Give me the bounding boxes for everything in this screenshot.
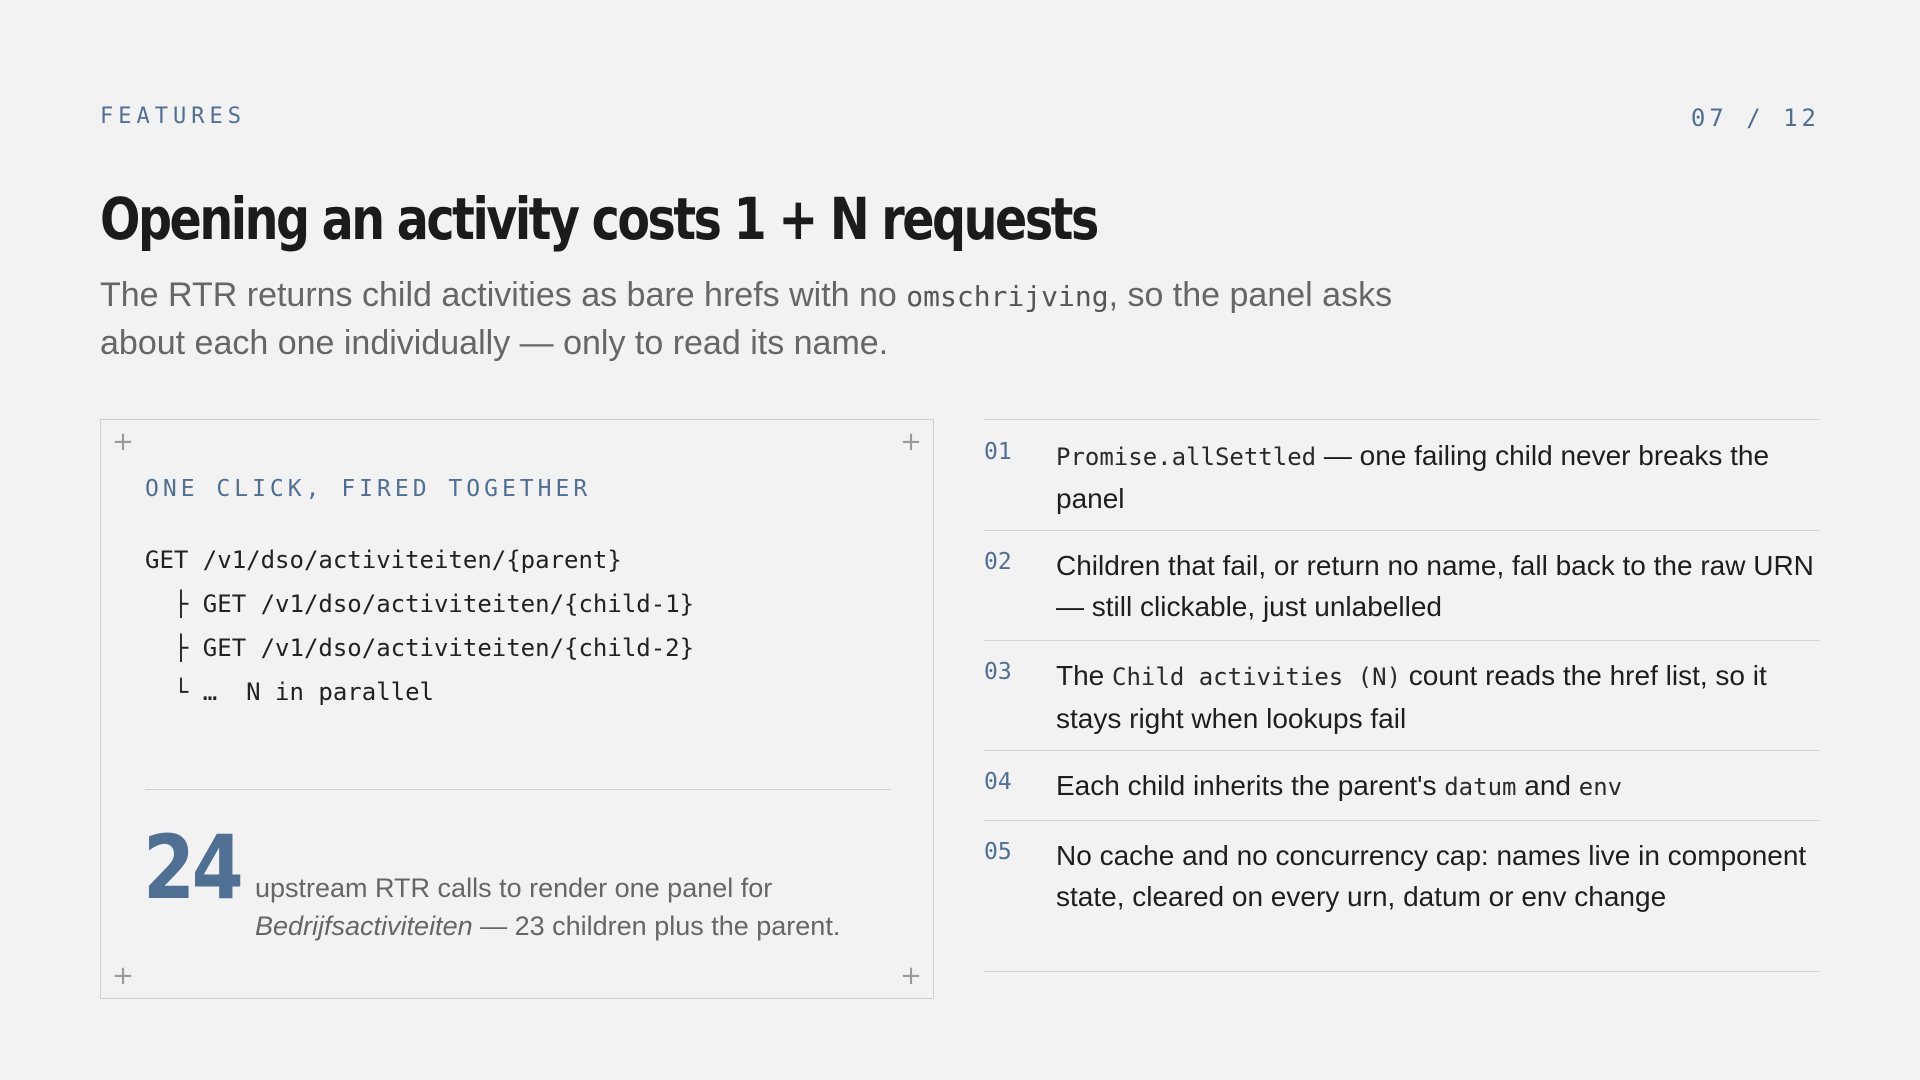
- feature-item: 02 Children that fail, or return no name…: [984, 531, 1820, 641]
- code-line: └ … N in parallel: [145, 678, 434, 706]
- feature-text: Children that fail, or return no name, f…: [1056, 545, 1820, 627]
- stat-caption-end: — 23 children plus the parent.: [472, 911, 841, 941]
- page-title: Opening an activity costs 1 + N requests: [100, 185, 1099, 253]
- feature-text: No cache and no concurrency cap: names l…: [1056, 835, 1820, 917]
- feature-text-part: The: [1056, 660, 1113, 691]
- feature-code: env: [1578, 773, 1623, 801]
- feature-item: 05 No cache and no concurrency cap: name…: [984, 821, 1820, 972]
- page-subtitle: The RTR returns child activities as bare…: [100, 272, 1440, 367]
- panel-label: ONE CLICK, FIRED TOGETHER: [145, 476, 592, 502]
- stat-caption-start: upstream RTR calls to render one panel f…: [255, 873, 773, 903]
- feature-text: The Child activities (N) count reads the…: [1056, 655, 1820, 739]
- feature-code: Promise.allSettled: [1056, 443, 1317, 471]
- feature-number: 05: [984, 839, 1012, 865]
- corner-plus-icon: +: [112, 427, 134, 457]
- feature-number: 03: [984, 659, 1012, 685]
- feature-list: 01 Promise.allSettled — one failing chil…: [984, 419, 1820, 972]
- feature-code: datum: [1444, 773, 1517, 801]
- stat-caption: upstream RTR calls to render one panel f…: [255, 869, 895, 945]
- feature-number: 01: [984, 439, 1012, 465]
- feature-text-part: and: [1516, 770, 1579, 801]
- feature-text-part: Children that fail, or return no name, f…: [1056, 550, 1814, 622]
- slide-counter: 07 / 12: [1690, 104, 1820, 132]
- feature-number: 02: [984, 549, 1012, 575]
- corner-plus-icon: +: [900, 961, 922, 991]
- panel-divider: [145, 789, 891, 790]
- code-line: ├ GET /v1/dso/activiteiten/{child-2}: [145, 634, 695, 662]
- request-fanout-panel: + + + + ONE CLICK, FIRED TOGETHER GET /v…: [100, 419, 934, 999]
- code-line: ├ GET /v1/dso/activiteiten/{child-1}: [145, 590, 695, 618]
- feature-text-part: Each child inherits the parent's: [1056, 770, 1445, 801]
- subtitle-code: omschrijving: [906, 280, 1109, 313]
- subtitle-text-start: The RTR returns child activities as bare…: [100, 276, 907, 314]
- feature-item: 04 Each child inherits the parent's datu…: [984, 751, 1820, 821]
- feature-item: 03 The Child activities (N) count reads …: [984, 641, 1820, 751]
- code-line: GET /v1/dso/activiteiten/{parent}: [145, 546, 622, 574]
- stat-value: 24: [143, 816, 244, 919]
- feature-text: Promise.allSettled — one failing child n…: [1056, 435, 1820, 519]
- feature-text-part: No cache and no concurrency cap: names l…: [1056, 840, 1807, 912]
- feature-item: 01 Promise.allSettled — one failing chil…: [984, 420, 1820, 531]
- feature-text: Each child inherits the parent's datum a…: [1056, 765, 1820, 808]
- feature-number: 04: [984, 769, 1012, 795]
- corner-plus-icon: +: [112, 961, 134, 991]
- feature-code: Child activities (N): [1112, 663, 1402, 691]
- stat-caption-emphasis: Bedrijfsactiviteiten: [255, 911, 473, 941]
- request-code-block: GET /v1/dso/activiteiten/{parent} ├ GET …: [145, 538, 694, 714]
- section-eyebrow: FEATURES: [100, 104, 246, 129]
- corner-plus-icon: +: [900, 427, 922, 457]
